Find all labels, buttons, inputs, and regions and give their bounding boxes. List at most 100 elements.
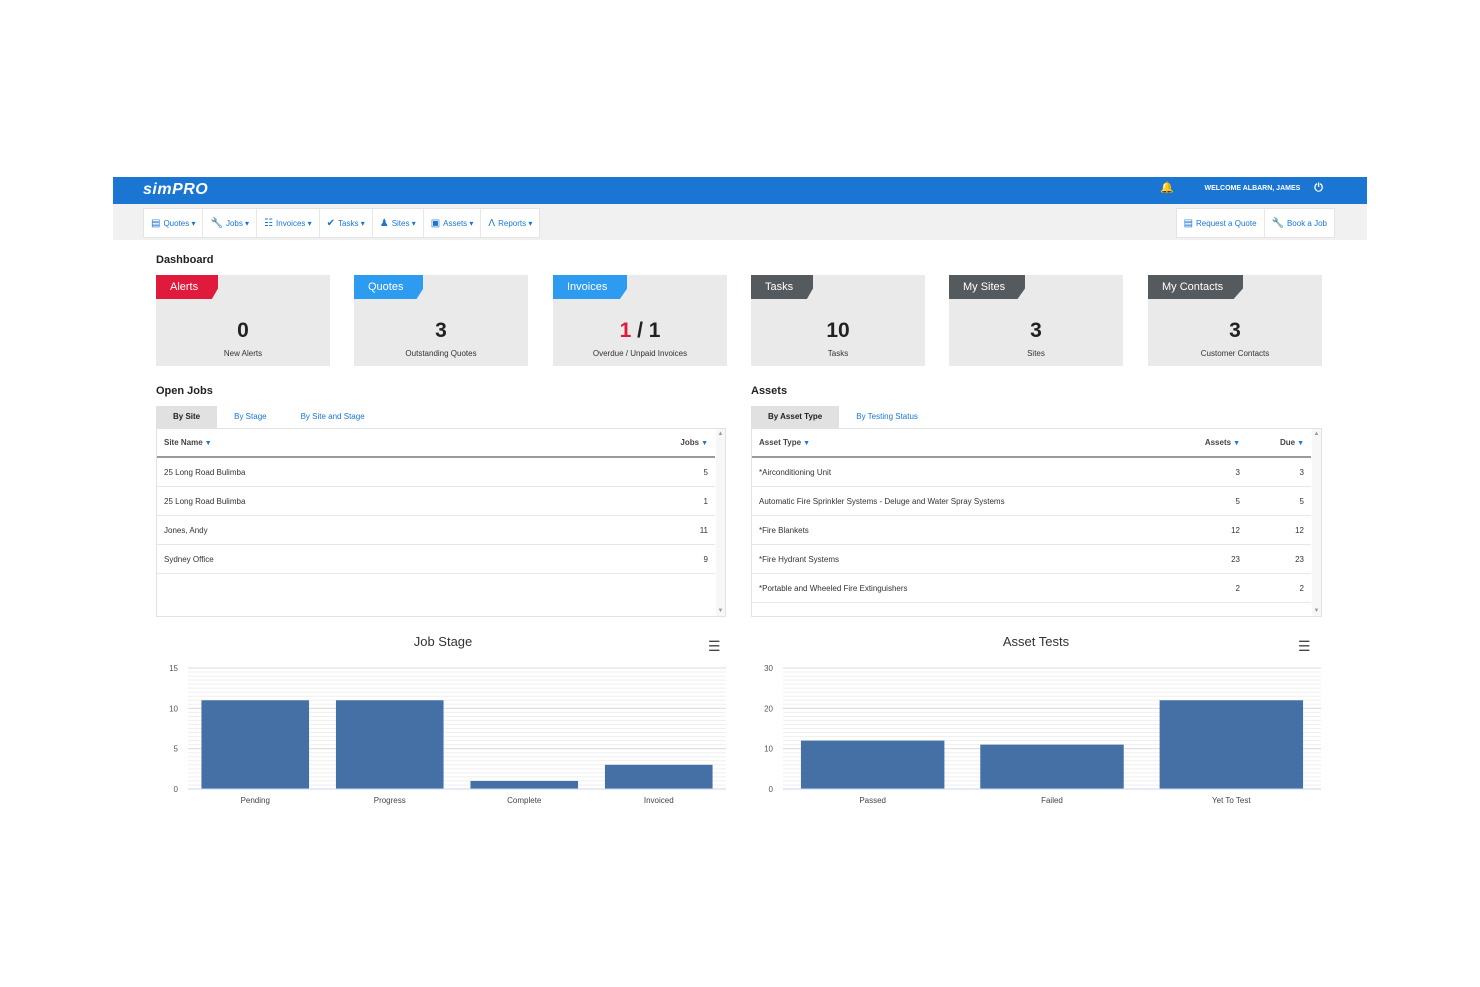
table-row[interactable]: *Airconditioning Unit 3 3 — [752, 458, 1311, 487]
col-label: Jobs — [680, 438, 700, 447]
book-job-label: Book a Job — [1286, 218, 1327, 228]
chart-icon: Λ — [488, 217, 496, 229]
table-row[interactable]: *Portable and Wheeled Fire Extinguishers… — [752, 574, 1311, 603]
jobs-count: 11 — [699, 525, 708, 535]
book-job-button[interactable]: 🔧 Book a Job — [1265, 209, 1334, 237]
user-menu[interactable]: 👤 WELCOME ALBARN, JAMES — [1188, 183, 1301, 194]
site-user-icon: ♟ — [379, 217, 389, 229]
open-jobs-title: Open Jobs — [156, 385, 213, 397]
nav-quotes[interactable]: ▤ Quotes ▾ — [144, 209, 204, 237]
app-window: simPRO 🔔 👤 WELCOME ALBARN, JAMES ⏻ ▤ Quot… — [113, 177, 1367, 817]
chart-menu-icon[interactable]: ☰ — [708, 638, 721, 655]
page-title: Dashboard — [156, 254, 214, 266]
nav-assets[interactable]: ▣ Assets ▾ — [424, 209, 482, 237]
welcome-text: WELCOME ALBARN, JAMES — [1204, 185, 1301, 192]
x-tick-label: Yet To Test — [1212, 796, 1251, 805]
wrench-icon: 🔧 — [210, 217, 223, 229]
card-quotes[interactable]: Quotes 3 Outstanding Quotes — [354, 275, 528, 366]
table-row[interactable]: 25 Long Road Bulimba 5 — [157, 458, 715, 487]
card-value: 3 — [1030, 319, 1042, 342]
scroll-down-icon[interactable]: ▼ — [716, 608, 725, 614]
bar-invoiced — [604, 764, 713, 789]
power-icon[interactable]: ⏻ — [1314, 183, 1323, 194]
card-tag: Invoices — [553, 275, 628, 299]
jobs-count: 9 — [703, 554, 708, 564]
col-site-name[interactable]: Site Name ▼ — [157, 438, 641, 447]
x-tick-label: Passed — [859, 796, 886, 805]
table-header: Site Name ▼ Jobs ▼ — [157, 429, 715, 458]
due-count: 3 — [1299, 467, 1304, 477]
table-row[interactable]: 25 Long Road Bulimba 1 — [157, 487, 715, 516]
asset-type: *Airconditioning Unit — [759, 467, 832, 477]
bar-complete — [470, 780, 579, 789]
due-count: 23 — [1295, 554, 1304, 564]
nav-tasks-label: Tasks ▾ — [338, 218, 365, 228]
nav-tasks[interactable]: ✔ Tasks ▾ — [320, 209, 373, 237]
tab-by-testing-status[interactable]: By Testing Status — [839, 406, 935, 428]
user-icon: 👤 — [1187, 182, 1202, 194]
card-label: New Alerts — [223, 349, 263, 358]
assets-tabs: By Asset Type By Testing Status — [751, 406, 935, 428]
card-my-contacts[interactable]: My Contacts 3 Customer Contacts — [1148, 275, 1322, 366]
table-row[interactable]: *Fire Blankets 12 12 — [752, 516, 1311, 545]
card-label: Sites — [1027, 349, 1045, 358]
overdue-count: 1 — [619, 319, 632, 342]
col-asset-type[interactable]: Asset Type ▼ — [752, 438, 1173, 447]
col-label: Assets — [1204, 438, 1232, 447]
x-tick-label: Invoiced — [644, 796, 674, 805]
nav-assets-label: Assets ▾ — [443, 218, 474, 228]
document-icon: ▤ — [151, 217, 161, 229]
nav-reports-label: Reports ▾ — [498, 218, 533, 228]
chart-menu-icon[interactable]: ☰ — [1298, 638, 1311, 655]
card-invoices[interactable]: Invoices 1 / 1 Overdue / Unpaid Invoices — [553, 275, 727, 366]
request-quote-button[interactable]: ▤ Request a Quote — [1177, 209, 1265, 237]
col-due[interactable]: Due ▼ — [1247, 438, 1311, 447]
col-jobs[interactable]: Jobs ▼ — [641, 438, 715, 447]
site-name: Jones, Andy — [164, 525, 208, 535]
request-quote-label: Request a Quote — [1196, 218, 1257, 228]
sort-icon: ▼ — [1297, 440, 1304, 447]
asset-type: *Fire Hydrant Systems — [759, 554, 840, 564]
scroll-down-icon[interactable]: ▼ — [1312, 608, 1321, 614]
card-tag: Quotes — [354, 275, 424, 299]
tab-by-stage[interactable]: By Stage — [217, 406, 283, 428]
table-row[interactable]: Jones, Andy 11 — [157, 516, 715, 545]
assets-count: 12 — [1231, 525, 1240, 535]
card-my-sites[interactable]: My Sites 3 Sites — [949, 275, 1123, 366]
card-label: Customer Contacts — [1200, 349, 1270, 358]
y-tick-label: 20 — [764, 704, 773, 713]
tab-by-site[interactable]: By Site — [156, 406, 218, 428]
assets-title: Assets — [751, 385, 788, 397]
card-value: 3 — [435, 319, 447, 342]
y-tick-label: 10 — [764, 745, 773, 754]
bell-icon[interactable]: 🔔 — [1160, 183, 1174, 194]
main-nav: ▤ Quotes ▾ 🔧 Jobs ▾ ☷ Invoices ▾ ✔ Tasks ▾ ♟… — [143, 208, 541, 238]
tab-by-site-and-stage[interactable]: By Site and Stage — [284, 406, 382, 428]
table-row[interactable]: *Fire Hydrant Systems 23 23 — [752, 545, 1311, 574]
card-alerts[interactable]: Alerts 0 New Alerts — [156, 275, 330, 366]
nav-sites[interactable]: ♟ Sites ▾ — [373, 209, 424, 237]
logo[interactable]: simPRO — [143, 181, 208, 199]
assets-count: 5 — [1235, 496, 1240, 506]
table-row[interactable]: Automatic Fire Sprinkler Systems - Delug… — [752, 487, 1311, 516]
site-name: 25 Long Road Bulimba — [164, 467, 246, 477]
col-assets[interactable]: Assets ▼ — [1173, 438, 1247, 447]
table-scrollbar[interactable]: ▲ ▼ — [716, 429, 725, 616]
nav-jobs-label: Jobs ▾ — [225, 218, 250, 228]
jobs-count: 1 — [703, 496, 708, 506]
card-tasks[interactable]: Tasks 10 Tasks — [751, 275, 925, 366]
nav-reports[interactable]: Λ Reports ▾ — [481, 209, 539, 237]
tab-by-asset-type[interactable]: By Asset Type — [751, 406, 840, 428]
scroll-up-icon[interactable]: ▲ — [1312, 431, 1321, 437]
y-tick-label: 10 — [169, 704, 178, 713]
bar-progress — [335, 700, 444, 789]
sort-icon: ▼ — [803, 440, 811, 447]
nav-jobs[interactable]: 🔧 Jobs ▾ — [203, 209, 258, 237]
table-scrollbar[interactable]: ▲ ▼ — [1312, 429, 1321, 616]
nav-invoices[interactable]: ☷ Invoices ▾ — [257, 209, 320, 237]
table-row[interactable]: Sydney Office 9 — [157, 545, 715, 574]
job-stage-chart: 0 5 10 15 Pending Progress Complete Invoiced — [169, 664, 726, 805]
scroll-up-icon[interactable]: ▲ — [716, 431, 725, 437]
top-right-controls: 🔔 👤 WELCOME ALBARN, JAMES ⏻ — [1160, 183, 1323, 194]
sort-icon: ▼ — [1233, 440, 1240, 447]
